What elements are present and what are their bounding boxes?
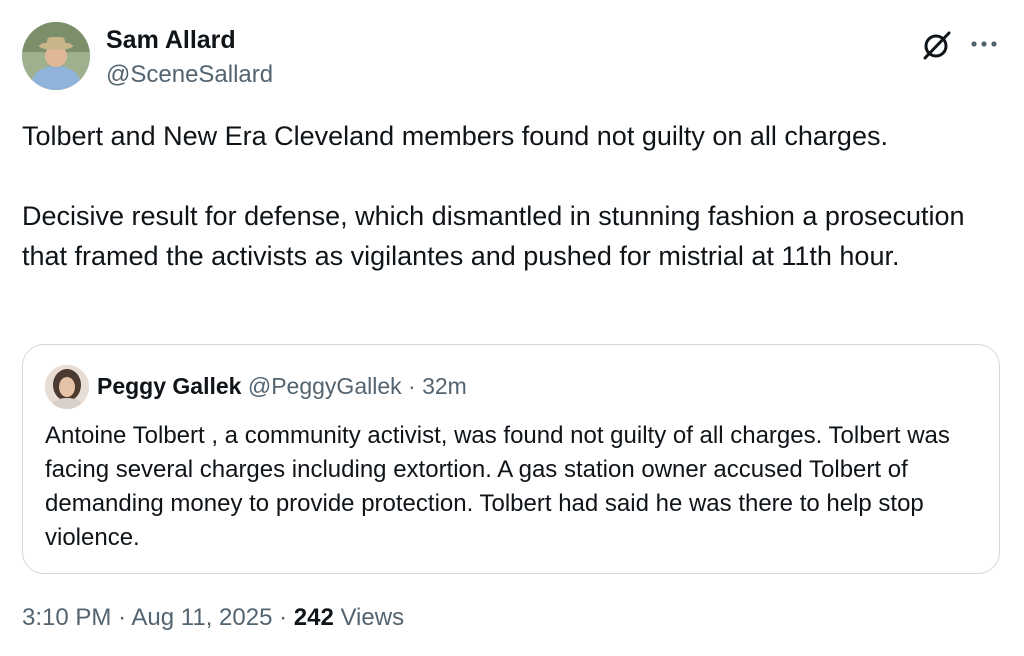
- tweet-text: Tolbert and New Era Cleveland members fo…: [22, 116, 997, 276]
- quoted-author-avatar-image: [45, 365, 89, 409]
- more-options-icon[interactable]: [968, 28, 1000, 60]
- quoted-author-avatar[interactable]: [45, 365, 89, 409]
- tweet-paragraph: Decisive result for defense, which disma…: [22, 201, 965, 271]
- author-avatar-image: [22, 22, 90, 90]
- author-avatar[interactable]: [22, 22, 90, 90]
- quoted-separator: ·: [408, 373, 416, 399]
- quoted-tweet-text: Antoine Tolbert , a community activist, …: [45, 422, 950, 551]
- quoted-tweet[interactable]: Peggy Gallek @PeggyGallek · 32m Antoine …: [22, 344, 1000, 574]
- views-count: 242: [293, 604, 334, 631]
- post-date[interactable]: Aug 11, 2025: [131, 604, 272, 631]
- tweet-footer: 3:10 PM · Aug 11, 2025 · 242 Views: [22, 604, 404, 632]
- quoted-author-handle[interactable]: @PeggyGallek: [248, 373, 402, 399]
- tweet-paragraph: Tolbert and New Era Cleveland members fo…: [22, 121, 888, 151]
- post-time[interactable]: 3:10 PM: [22, 604, 111, 631]
- footer-separator: ·: [118, 604, 127, 631]
- author-name[interactable]: Sam Allard: [106, 26, 236, 55]
- quoted-author-name[interactable]: Peggy Gallek: [97, 373, 241, 399]
- grok-icon[interactable]: [920, 28, 954, 62]
- tweet: Sam Allard @SceneSallard Tolbert and New…: [0, 0, 1024, 656]
- quoted-tweet-header: Peggy Gallek @PeggyGallek · 32m: [97, 373, 467, 400]
- views-label: Views: [340, 604, 405, 631]
- author-handle[interactable]: @SceneSallard: [106, 61, 273, 89]
- footer-separator: ·: [279, 604, 288, 631]
- quoted-time[interactable]: 32m: [422, 373, 467, 399]
